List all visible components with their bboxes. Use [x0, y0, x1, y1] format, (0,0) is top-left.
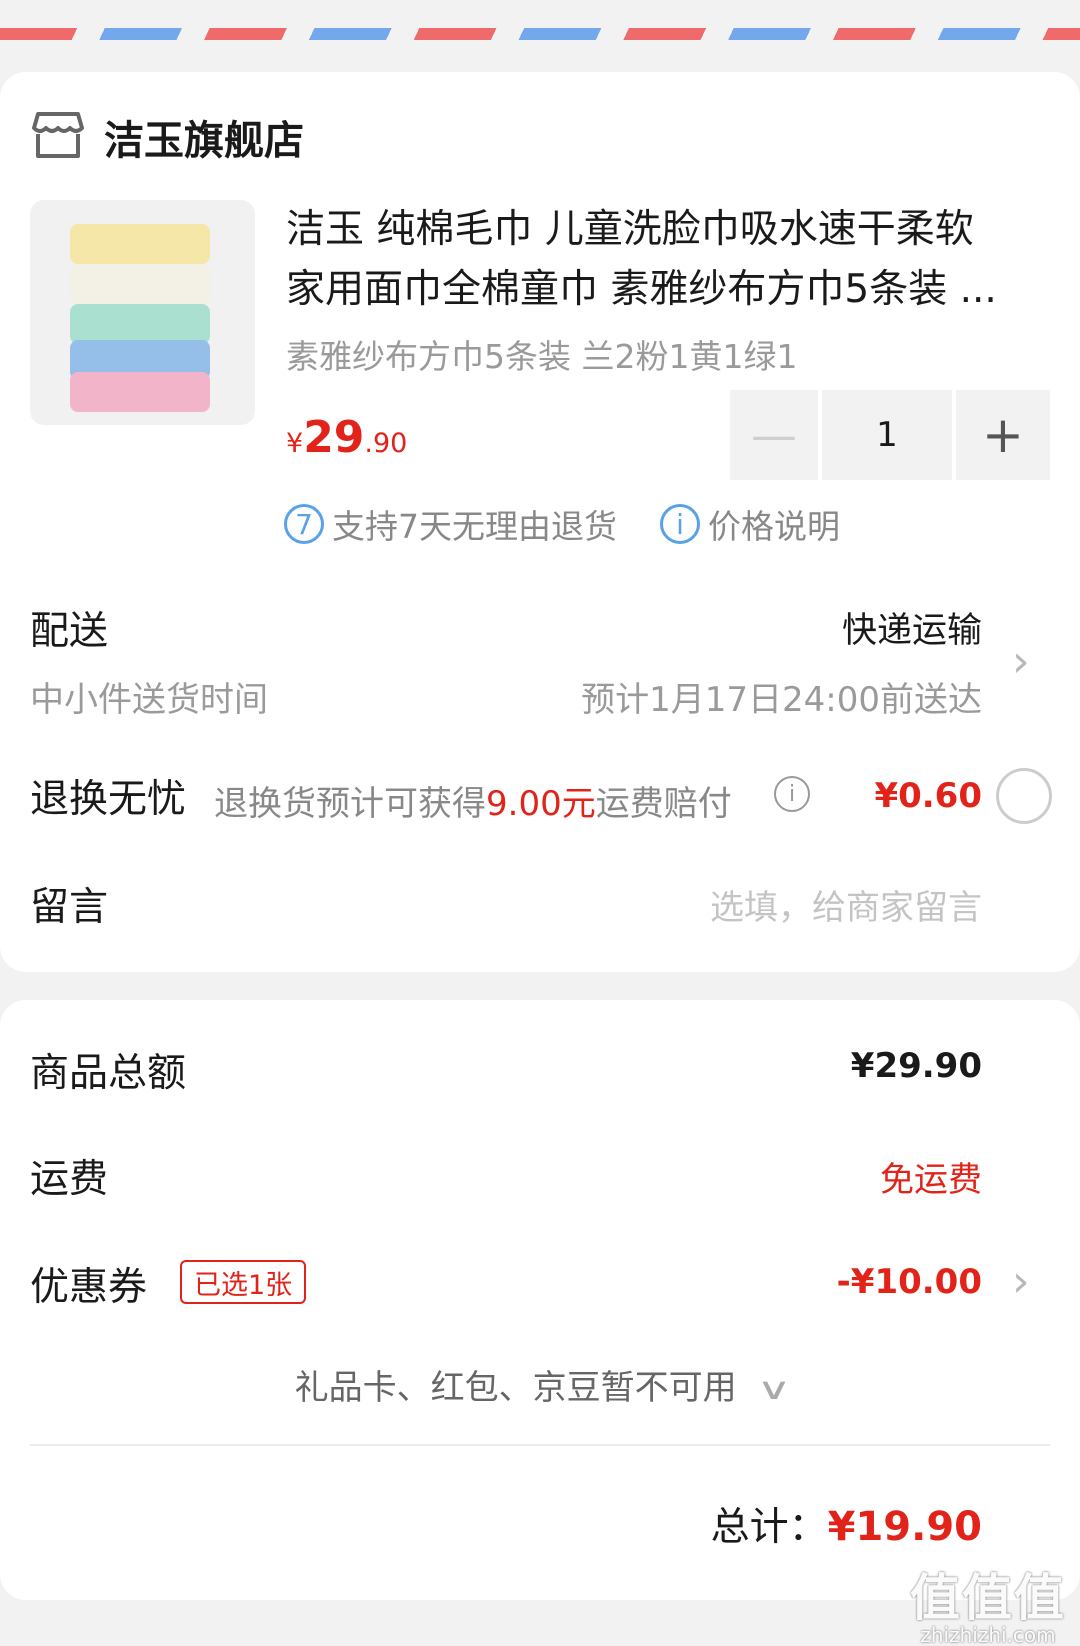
delivery-sub-label: 中小件送货时间: [30, 680, 268, 720]
product-thumbnail[interactable]: [30, 200, 255, 425]
store-name[interactable]: 洁玉旗舰店: [104, 108, 304, 166]
towel-white: [70, 264, 210, 304]
message-input[interactable]: 选填，给商家留言: [710, 880, 982, 929]
exchange-desc-suffix: 运费赔付: [595, 784, 732, 824]
product-price: ¥29.90: [286, 412, 407, 463]
divider: [30, 1444, 1050, 1446]
shipping-value: 免运费: [880, 1160, 982, 1200]
goods-total-label: 商品总额: [30, 1051, 187, 1096]
exchange-radio[interactable]: [996, 768, 1052, 824]
watermark-logo: 值值值: [910, 1569, 1066, 1627]
exchange-desc-prefix: 退换货预计可获得: [214, 784, 486, 824]
exchange-description: 退换货预计可获得9.00元运费赔付: [214, 776, 732, 825]
seven-day-icon: 7: [284, 504, 324, 544]
towel-green: [70, 304, 210, 344]
towel-yellow: [70, 224, 210, 264]
price-integer: 29: [303, 412, 365, 463]
unavailable-toggle[interactable]: 礼品卡、红包、京豆暂不可用 ∨: [0, 1360, 1080, 1409]
delivery-estimate: 预计1月17日24:00前送达: [581, 680, 982, 720]
total-value: ¥19.90: [827, 1504, 982, 1550]
message-label: 留言: [30, 885, 109, 930]
seven-day-return-text: 支持7天无理由退货: [332, 507, 617, 546]
coupon-chevron-icon[interactable]: ›: [1012, 1256, 1030, 1307]
decrease-button[interactable]: —: [730, 390, 818, 480]
site-watermark: 值值值 zhizhizhi.com: [910, 1572, 1066, 1646]
coupon-selected-tag: 已选1张: [180, 1260, 307, 1304]
watermark-url: zhizhizhi.com: [920, 1623, 1056, 1646]
towel-pink: [70, 372, 210, 412]
price-info-text: 价格说明: [708, 507, 840, 546]
order-confirm-page: 洁玉旗舰店 洁玉 纯棉毛巾 儿童洗脸巾吸水速干柔软 家用面巾全棉童巾 素雅纱布方…: [0, 0, 1080, 1646]
unavailable-text: 礼品卡、红包、京豆暂不可用: [294, 1368, 737, 1408]
shipping-label: 运费: [30, 1157, 109, 1202]
exchange-info-icon[interactable]: i: [774, 776, 810, 812]
product-title-line2: 家用面巾全棉童巾 素雅纱布方巾5条装 ...: [286, 267, 997, 312]
price-symbol: ¥: [286, 428, 304, 459]
price-info-badge[interactable]: i 价格说明: [660, 500, 840, 548]
coupon-value[interactable]: -¥10.00: [837, 1262, 982, 1302]
seven-day-return-badge[interactable]: 7 支持7天无理由退货: [284, 500, 617, 548]
exchange-desc-amount: 9.00元: [486, 784, 596, 824]
info-icon: i: [660, 504, 700, 544]
product-variant: 素雅纱布方巾5条装 兰2粉1黄1绿1: [286, 337, 798, 376]
product-title-line1: 洁玉 纯棉毛巾 儿童洗脸巾吸水速干柔软: [286, 207, 974, 252]
order-total: 总计：¥19.90: [711, 1496, 982, 1552]
delivery-label: 配送: [30, 609, 109, 654]
store-icon: [32, 112, 84, 158]
coupon-label: 优惠券: [30, 1265, 148, 1310]
goods-total-value: ¥29.90: [850, 1046, 982, 1086]
airmail-stripe: [0, 28, 1080, 40]
chevron-down-icon: ∨: [756, 1372, 792, 1407]
increase-button[interactable]: +: [956, 390, 1050, 480]
product-title[interactable]: 洁玉 纯棉毛巾 儿童洗脸巾吸水速干柔软 家用面巾全棉童巾 素雅纱布方巾5条装 .…: [286, 200, 1046, 320]
delivery-method[interactable]: 快递运输: [842, 602, 982, 653]
exchange-label: 退换无忧: [30, 777, 187, 822]
total-label: 总计：: [710, 1505, 828, 1550]
price-decimal: .90: [364, 428, 408, 459]
quantity-input[interactable]: 1: [822, 390, 952, 480]
exchange-price: ¥0.60: [874, 776, 982, 816]
quantity-stepper: — 1 +: [730, 390, 1050, 480]
delivery-chevron-icon[interactable]: ›: [1012, 636, 1030, 687]
